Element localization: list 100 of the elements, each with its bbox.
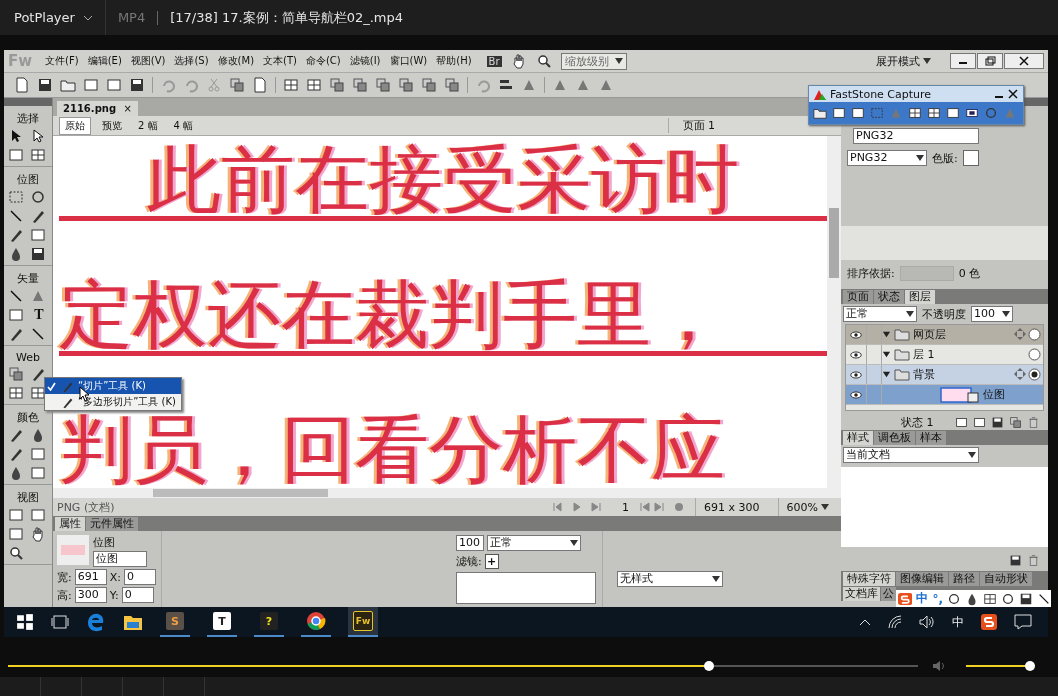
style-dropdown[interactable]: 无样式	[617, 571, 723, 587]
task-view-icon[interactable]	[51, 614, 69, 630]
duplicate-icon[interactable]	[1009, 415, 1022, 429]
panel-tab[interactable]: 调色板	[874, 431, 915, 445]
menu-item[interactable]: 编辑(E)	[87, 54, 122, 68]
bridge-button[interactable]: Br	[486, 55, 502, 67]
speaker-icon[interactable]	[919, 615, 935, 629]
expand-triangle-icon[interactable]	[882, 330, 891, 339]
taskbar-app[interactable]: ?	[254, 607, 284, 637]
format-dropdown[interactable]: PNG32	[853, 128, 979, 144]
active-layer-radio[interactable]	[1028, 348, 1041, 361]
stroke-pencil-icon[interactable]	[8, 446, 24, 462]
view-tab[interactable]: 预览	[97, 117, 127, 134]
menu-item[interactable]: 帮助(H)	[436, 54, 472, 68]
delete-icon[interactable]	[1027, 415, 1040, 429]
dropdown-arrow-icon[interactable]	[923, 58, 931, 64]
chevron-up-icon[interactable]	[859, 618, 871, 626]
panel-tab[interactable]: 自动形状	[980, 572, 1032, 586]
close-icon[interactable]	[1004, 53, 1044, 69]
filter-list[interactable]	[456, 572, 596, 604]
seek-handle[interactable]	[703, 661, 714, 671]
dropdown-arrow-icon[interactable]	[614, 58, 623, 64]
panel-tab[interactable]: 特殊字符	[843, 572, 895, 586]
subselect-icon[interactable]	[30, 128, 46, 144]
name-field[interactable]: 位图	[93, 551, 147, 567]
vertical-scrollbar[interactable]	[827, 136, 841, 488]
edge-browser-icon[interactable]	[86, 612, 106, 632]
restore-icon[interactable]	[977, 53, 1003, 69]
dropdown-arrow-icon[interactable]	[1002, 311, 1010, 317]
width-field[interactable]: 691	[74, 569, 107, 585]
dropdown-arrow-icon[interactable]	[916, 155, 924, 161]
pencil-icon[interactable]	[8, 227, 24, 243]
height-field[interactable]: 300	[74, 587, 107, 603]
menu-item[interactable]: 视图(V)	[130, 54, 166, 68]
view-tab[interactable]: 原始	[59, 116, 91, 135]
fill-swatch-icon[interactable]	[30, 465, 46, 481]
active-layer-radio[interactable]	[1028, 368, 1041, 381]
app-menu-button[interactable]: PotPlayer	[14, 10, 75, 25]
minimize-icon[interactable]	[950, 53, 976, 69]
slice-icon[interactable]	[30, 366, 46, 382]
open-folder-icon[interactable]	[60, 77, 76, 93]
add-filter-button[interactable]: +	[484, 554, 499, 569]
line-icon[interactable]	[8, 288, 24, 304]
menu-item[interactable]: 命令(C)	[305, 54, 341, 68]
menu-item[interactable]: “切片”工具 (K)	[45, 378, 181, 394]
stroke-swatch-icon[interactable]	[30, 446, 46, 462]
sogou-logo-icon[interactable]	[981, 614, 997, 630]
chevron-down-icon[interactable]	[82, 13, 93, 22]
panel-tab[interactable]: 文档库	[843, 587, 880, 601]
layer-row[interactable]: 网页层	[846, 325, 1043, 345]
menu-item[interactable]: 滤镜(I)	[349, 54, 381, 68]
folder-icon[interactable]	[123, 613, 143, 631]
brush-icon[interactable]	[30, 208, 46, 224]
panel-tab[interactable]: 属性	[55, 517, 85, 531]
page-selector[interactable]: 页面 1	[667, 118, 715, 133]
dropdown-arrow-icon[interactable]	[968, 452, 976, 458]
dropdown-arrow-icon[interactable]	[570, 540, 578, 546]
document-tab[interactable]: 2116.png ×	[57, 101, 138, 116]
opacity-field[interactable]: 100	[971, 306, 1013, 322]
taskbar-app[interactable]: S	[160, 607, 190, 637]
input-method-indicator[interactable]: 中	[952, 613, 964, 631]
x-field[interactable]: 0	[123, 569, 156, 585]
layer-row[interactable]: 位图	[846, 385, 1043, 405]
volume-handle[interactable]	[1025, 661, 1035, 671]
panel-tab[interactable]: 状态	[874, 290, 904, 304]
menu-item[interactable]: 选择(S)	[174, 54, 209, 68]
rectangle-icon[interactable]	[8, 307, 24, 323]
layer-row[interactable]: 背景	[846, 365, 1043, 385]
panel-tab[interactable]: 图层	[905, 290, 935, 304]
copy-icon[interactable]	[229, 77, 245, 93]
expand-triangle-icon[interactable]	[882, 370, 891, 379]
eyedropper-icon[interactable]	[8, 427, 24, 443]
zoom-dropdown[interactable]: 缩放级别	[560, 52, 627, 70]
save-icon[interactable]	[37, 77, 53, 93]
search-icon[interactable]	[535, 53, 552, 69]
view-tab[interactable]: 2 幅	[133, 117, 163, 134]
export-format-dropdown[interactable]: PNG32	[847, 150, 927, 166]
windows-start-icon[interactable]	[16, 613, 34, 631]
volume-icon[interactable]	[932, 660, 946, 672]
menu-item[interactable]: 文本(T)	[263, 54, 297, 68]
dropdown-arrow-icon[interactable]	[712, 576, 720, 582]
menu-item[interactable]: 修改(M)	[217, 54, 255, 68]
panel-tab[interactable]: 路径	[949, 572, 979, 586]
taskbar-app[interactable]: Fw	[348, 607, 378, 637]
active-layer-radio[interactable]	[1028, 328, 1041, 341]
dropdown-arrow-icon[interactable]	[906, 311, 914, 317]
input-mode-toggle[interactable]: 中	[916, 590, 929, 607]
text-tool[interactable]: T	[30, 307, 48, 323]
zoom-icon[interactable]	[8, 545, 24, 561]
panel-tab[interactable]: 图像编辑	[896, 572, 948, 586]
opacity-field[interactable]: 100	[456, 535, 484, 551]
move-handle-icon[interactable]	[1014, 367, 1026, 380]
panel-tab[interactable]: 公	[881, 587, 896, 601]
menu-item[interactable]: 窗口(W)	[389, 54, 428, 68]
menu-item[interactable]: “多边形切片”工具 (K)	[45, 394, 181, 410]
workspace-menu[interactable]: 展开模式	[876, 53, 931, 69]
close-icon[interactable]	[1008, 89, 1018, 99]
delete-icon[interactable]	[1027, 553, 1040, 567]
blend-mode-dropdown[interactable]: 正常	[487, 535, 581, 551]
dropdown-arrow-icon[interactable]	[821, 504, 829, 510]
